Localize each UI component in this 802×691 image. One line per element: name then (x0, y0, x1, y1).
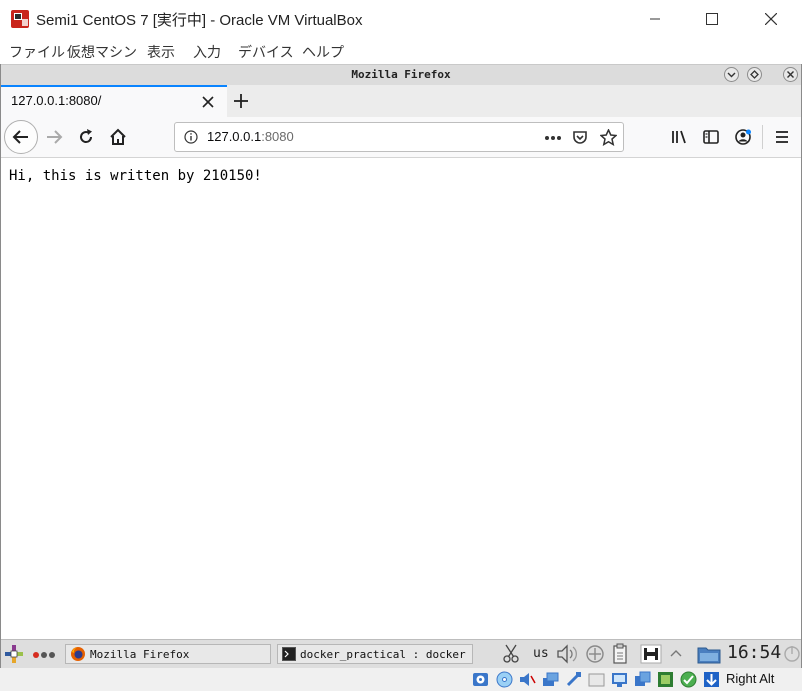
reload-icon (80, 129, 93, 143)
back-arrow-icon (12, 130, 28, 144)
virtualbox-status-bar: Right Alt (0, 668, 802, 691)
info-icon[interactable] (184, 130, 198, 144)
keyboard-layout-indicator[interactable]: us (533, 646, 549, 661)
virtualbox-title-bar: Semi1 CentOS 7 [実行中] - Oracle VM Virtual… (0, 0, 802, 38)
guest-close-button[interactable] (783, 67, 798, 82)
guest-additions-icon[interactable] (680, 671, 697, 688)
keyboard-capture-icon[interactable] (703, 671, 720, 688)
url-port: :8080 (261, 129, 294, 144)
applications-menu-icon[interactable] (5, 645, 23, 663)
recording-icon[interactable] (634, 671, 651, 688)
shared-folder-icon[interactable] (588, 671, 605, 688)
hamburger-menu-icon (776, 131, 788, 143)
close-icon (787, 71, 794, 78)
terminal-icon (282, 647, 296, 661)
guest-minimize-button[interactable] (724, 67, 739, 82)
minimize-icon (650, 18, 660, 20)
sidebar-icon (703, 130, 719, 144)
window-title: Semi1 CentOS 7 [実行中] - Oracle VM Virtual… (36, 12, 363, 29)
pocket-icon[interactable] (572, 129, 588, 145)
firefox-logo-icon (71, 646, 85, 661)
virtualbox-menu-bar: ファイル 仮想マシン 表示 入力 デバイス ヘルプ (0, 38, 802, 64)
volume-icon[interactable] (556, 644, 578, 664)
maximize-button[interactable] (689, 0, 735, 38)
guest-window-title-bar: Mozilla Firefox (1, 64, 801, 86)
home-button[interactable] (103, 121, 133, 153)
page-text: Hi, this is written by 210150! (9, 168, 262, 184)
audio-icon[interactable] (519, 671, 536, 688)
navigation-toolbar: 127.0.0.1:8080 (1, 117, 801, 158)
home-icon (110, 128, 126, 145)
forward-arrow-icon (47, 130, 63, 144)
display-icon[interactable] (611, 671, 628, 688)
library-icon (672, 130, 686, 144)
scissors-icon[interactable] (502, 644, 520, 664)
tab-strip: 127.0.0.1:8080/ (1, 85, 801, 118)
hard-disk-icon[interactable] (472, 671, 489, 688)
toolbar-separator (762, 125, 763, 149)
workspace-dots-icon[interactable] (33, 651, 55, 659)
taskbar-item-label: docker_practical : docker - l (300, 647, 473, 661)
page-content: Hi, this is written by 210150! (1, 158, 801, 639)
menu-view[interactable]: 表示 (147, 42, 175, 62)
taskbar-item-terminal[interactable]: docker_practical : docker - l (277, 644, 473, 664)
power-icon[interactable] (784, 644, 800, 664)
close-tab-icon[interactable] (202, 96, 214, 108)
network-adapter-icon[interactable] (542, 671, 559, 688)
optical-drive-icon[interactable] (496, 671, 513, 688)
network-icon[interactable] (585, 644, 605, 664)
menu-button[interactable] (767, 121, 797, 153)
virtualbox-logo-icon (11, 10, 29, 28)
chevron-up-icon[interactable] (670, 649, 682, 657)
taskbar-item-firefox[interactable]: Mozilla Firefox (65, 644, 271, 664)
clock[interactable]: 16:54 (727, 642, 781, 663)
close-icon (765, 13, 777, 25)
close-window-button[interactable] (748, 0, 794, 38)
guest-maximize-button[interactable] (747, 67, 762, 82)
reload-button[interactable] (71, 121, 101, 153)
menu-machine[interactable]: 仮想マシン (67, 42, 137, 62)
window-left-border (0, 64, 1, 668)
new-tab-icon[interactable] (233, 93, 249, 109)
bookmark-star-icon[interactable] (600, 129, 617, 146)
tab-title: 127.0.0.1:8080/ (11, 93, 102, 108)
library-button[interactable] (664, 121, 694, 153)
menu-devices[interactable]: デバイス (238, 42, 294, 62)
page-actions-icon[interactable] (544, 135, 562, 141)
menu-input[interactable]: 入力 (193, 42, 221, 62)
minimize-button[interactable] (632, 0, 678, 38)
address-bar[interactable]: 127.0.0.1:8080 (174, 122, 624, 152)
maximize-icon (706, 13, 718, 25)
guest-taskbar: Mozilla Firefox docker_practical : docke… (1, 639, 801, 669)
folder-icon[interactable] (697, 644, 721, 664)
url-text: 127.0.0.1:8080 (207, 129, 294, 144)
cpu-icon[interactable] (657, 671, 674, 688)
printer-icon[interactable] (640, 644, 662, 664)
account-icon (735, 129, 751, 145)
forward-button[interactable] (39, 121, 69, 153)
taskbar-item-label: Mozilla Firefox (90, 647, 190, 661)
back-button[interactable] (4, 120, 38, 154)
account-button[interactable] (728, 121, 758, 153)
chevron-down-icon (727, 72, 736, 78)
sidebar-button[interactable] (696, 121, 726, 153)
menu-file[interactable]: ファイル (9, 42, 65, 62)
usb-icon[interactable] (565, 671, 582, 688)
guest-window-title: Mozilla Firefox (351, 68, 451, 81)
tab-active[interactable]: 127.0.0.1:8080/ (1, 85, 227, 117)
clipboard-icon[interactable] (612, 643, 628, 665)
diamond-icon (750, 70, 759, 79)
host-key-label: Right Alt (726, 671, 775, 686)
url-host: 127.0.0.1 (207, 129, 262, 144)
menu-help[interactable]: ヘルプ (302, 42, 344, 62)
